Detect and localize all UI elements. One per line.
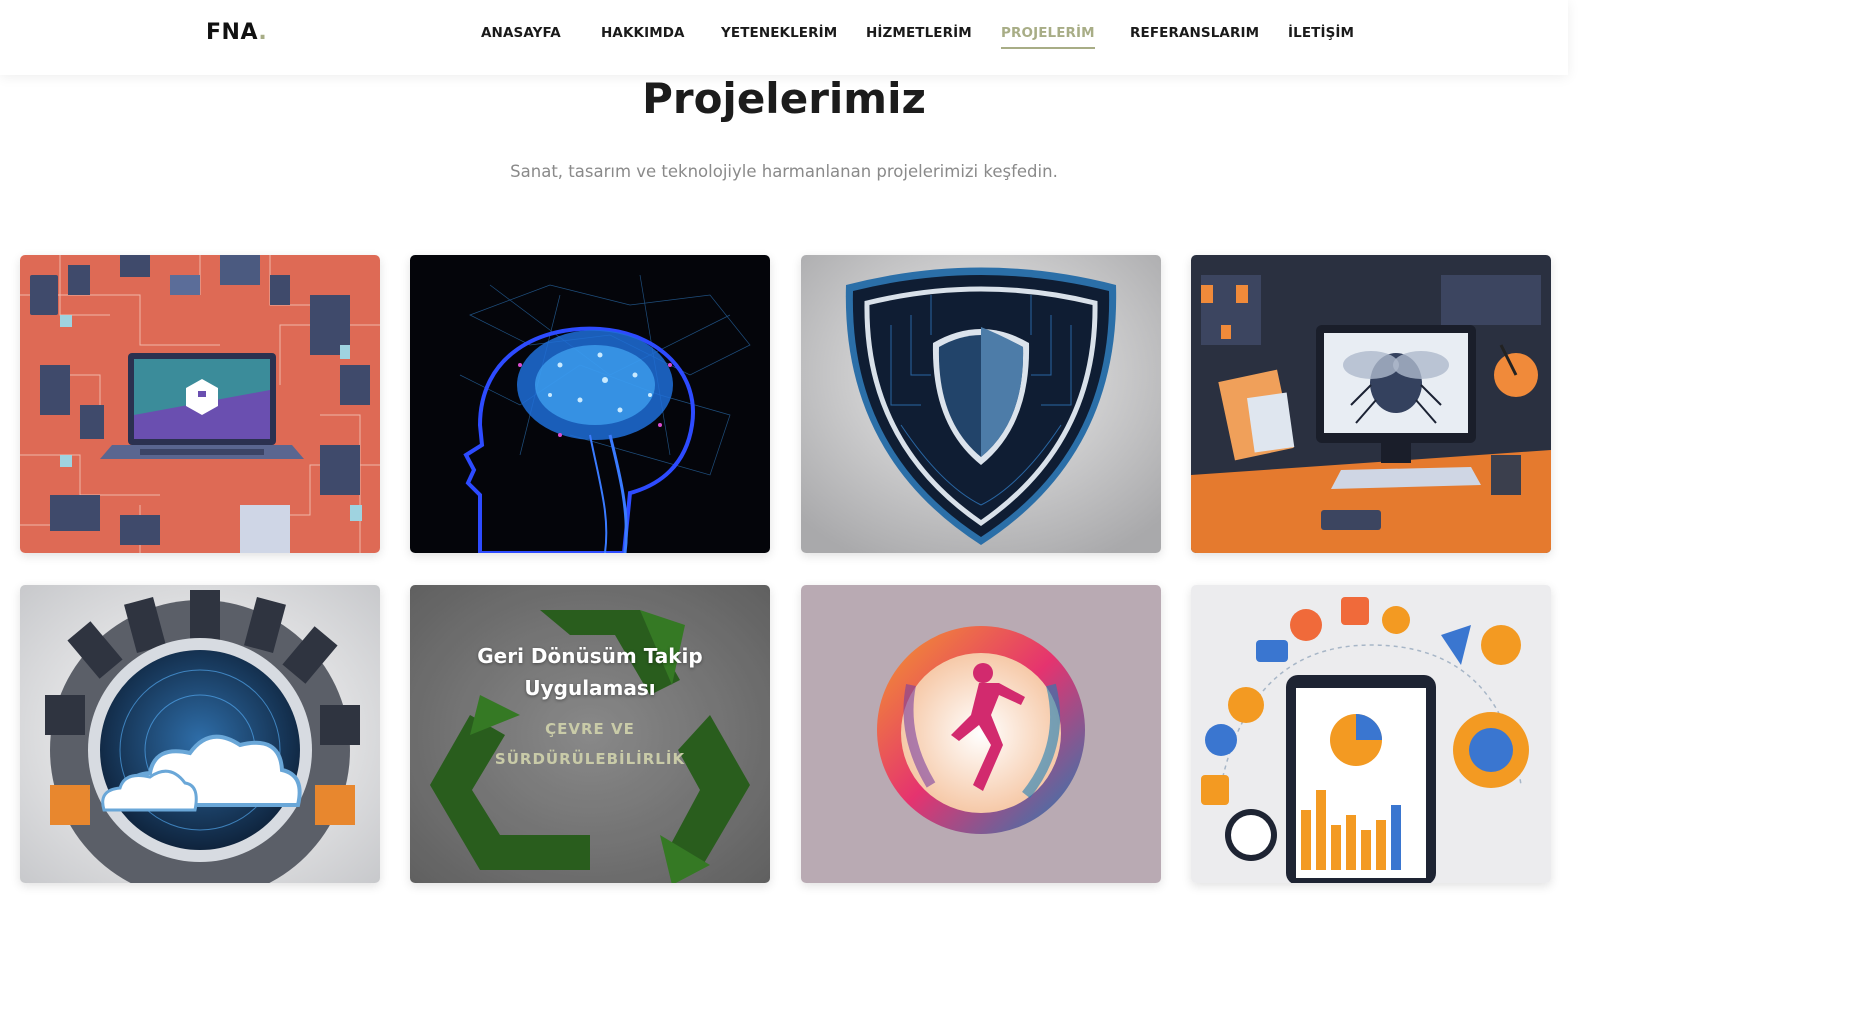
project-card-7[interactable] (801, 585, 1161, 883)
nav-item-yeteneklerim[interactable]: YETENEKLERİM (721, 25, 837, 41)
security-shield-illustration (801, 255, 1161, 553)
network-laptop-illustration (20, 255, 380, 553)
project-card-4[interactable] (1191, 255, 1551, 553)
analytics-tablet-icons-illustration (1191, 585, 1551, 883)
brand-logo[interactable]: FNA. (206, 20, 267, 45)
nav-item-hakkimda[interactable]: HAKKIMDA (601, 25, 685, 41)
project-overlay: Geri Dönüsüm Takip Uygulaması ÇEVRE VE S… (410, 585, 770, 883)
project-card-6[interactable]: Geri Dönüsüm Takip Uygulaması ÇEVRE VE S… (410, 585, 770, 883)
project-title: Geri Dönüsüm Takip Uygulaması (477, 643, 703, 700)
navbar: FNA. ANASAYFA HAKKIMDA YETENEKLERİM HİZM… (0, 0, 1568, 75)
nav-item-anasayfa[interactable]: ANASAYFA (481, 25, 561, 41)
nav-item-projelerim[interactable]: PROJELERİM (1001, 25, 1095, 49)
nav-item-hizmetlerim[interactable]: HİZMETLERİM (866, 25, 972, 41)
bug-on-monitor-desk-illustration (1191, 255, 1551, 553)
brand-dot: . (258, 20, 268, 45)
nav-item-iletisim[interactable]: İLETİŞİM (1288, 25, 1354, 41)
cloud-server-ring-illustration (20, 585, 380, 883)
project-card-1[interactable] (20, 255, 380, 553)
fitness-woman-circle-logo (801, 585, 1161, 883)
ai-brain-head-illustration (410, 255, 770, 553)
section-subtitle: Sanat, tasarım ve teknolojiyle harmanlan… (510, 162, 1058, 181)
project-card-3[interactable] (801, 255, 1161, 553)
nav-item-referanslarim[interactable]: REFERANSLARIM (1130, 25, 1259, 41)
project-card-8[interactable] (1191, 585, 1551, 883)
project-card-5[interactable] (20, 585, 380, 883)
project-card-2[interactable] (410, 255, 770, 553)
project-category: ÇEVRE VE SÜRDÜRÜLEBİLİRLİK (494, 719, 686, 768)
brand-name: FNA (206, 20, 259, 45)
section-title: Projelerimiz (642, 74, 926, 123)
